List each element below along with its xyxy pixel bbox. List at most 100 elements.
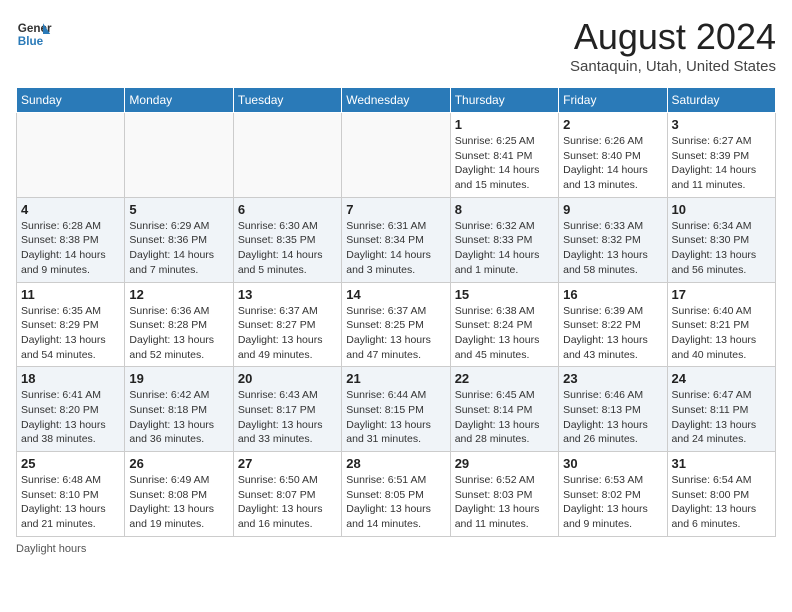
day-number: 19: [129, 371, 228, 386]
day-number: 22: [455, 371, 554, 386]
day-info: Sunrise: 6:52 AM Sunset: 8:03 PM Dayligh…: [455, 473, 554, 532]
day-info: Sunrise: 6:27 AM Sunset: 8:39 PM Dayligh…: [672, 134, 771, 193]
calendar-day-cell: 20Sunrise: 6:43 AM Sunset: 8:17 PM Dayli…: [233, 367, 341, 452]
day-number: 8: [455, 202, 554, 217]
day-number: 16: [563, 287, 662, 302]
calendar-day-cell: 22 Sunrise: 6:45 AM Sunset: 8:14 PM Dayli…: [450, 367, 558, 452]
calendar-week-row: 25Sunrise: 6:48 AM Sunset: 8:10 PM Dayli…: [17, 452, 776, 537]
calendar-day-cell: 19 Sunrise: 6:42 AM Sunset: 8:18 PM Dayli…: [125, 367, 233, 452]
day-info: Sunrise: 6:48 AM Sunset: 8:10 PM Dayligh…: [21, 473, 120, 532]
calendar-day-cell: 24 Sunrise: 6:47 AM Sunset: 8:11 PM Dayli…: [667, 367, 775, 452]
day-number: 31: [672, 456, 771, 471]
title-area: August 2024 Santaquin, Utah, United Stat…: [570, 16, 776, 75]
day-number: 30: [563, 456, 662, 471]
day-info: Sunrise: 6:51 AM Sunset: 8:05 PM Dayligh…: [346, 473, 445, 532]
logo: General Blue: [16, 16, 52, 52]
calendar-week-row: 11 Sunrise: 6:35 AM Sunset: 8:29 PM Dayli…: [17, 282, 776, 367]
calendar-day-header: Friday: [559, 88, 667, 113]
day-info: Sunrise: 6:33 AM Sunset: 8:32 PM Dayligh…: [563, 219, 662, 278]
day-info: Sunrise: 6:45 AM Sunset: 8:14 PM Dayligh…: [455, 388, 554, 447]
calendar-day-cell: 23 Sunrise: 6:46 AM Sunset: 8:13 PM Dayli…: [559, 367, 667, 452]
calendar-day-cell: 28Sunrise: 6:51 AM Sunset: 8:05 PM Dayli…: [342, 452, 450, 537]
calendar-day-cell: 25Sunrise: 6:48 AM Sunset: 8:10 PM Dayli…: [17, 452, 125, 537]
calendar-day-cell: 21Sunrise: 6:44 AM Sunset: 8:15 PM Dayli…: [342, 367, 450, 452]
day-info: Sunrise: 6:26 AM Sunset: 8:40 PM Dayligh…: [563, 134, 662, 193]
day-number: 9: [563, 202, 662, 217]
day-number: 13: [238, 287, 337, 302]
calendar-week-row: 18Sunrise: 6:41 AM Sunset: 8:20 PM Dayli…: [17, 367, 776, 452]
calendar-week-row: 4Sunrise: 6:28 AM Sunset: 8:38 PM Daylig…: [17, 197, 776, 282]
day-number: 4: [21, 202, 120, 217]
day-number: 11: [21, 287, 120, 302]
footer-note: Daylight hours: [16, 543, 776, 555]
calendar-week-row: 1 Sunrise: 6:25 AM Sunset: 8:41 PM Daylig…: [17, 113, 776, 198]
calendar-day-cell: 2 Sunrise: 6:26 AM Sunset: 8:40 PM Daylig…: [559, 113, 667, 198]
day-number: 14: [346, 287, 445, 302]
day-number: 10: [672, 202, 771, 217]
logo-icon: General Blue: [16, 16, 52, 52]
day-number: 5: [129, 202, 228, 217]
calendar-day-cell: 29 Sunrise: 6:52 AM Sunset: 8:03 PM Dayli…: [450, 452, 558, 537]
calendar-day-cell: 26 Sunrise: 6:49 AM Sunset: 8:08 PM Dayli…: [125, 452, 233, 537]
day-number: 20: [238, 371, 337, 386]
calendar-day-cell: 1 Sunrise: 6:25 AM Sunset: 8:41 PM Daylig…: [450, 113, 558, 198]
day-info: Sunrise: 6:42 AM Sunset: 8:18 PM Dayligh…: [129, 388, 228, 447]
location-subtitle: Santaquin, Utah, United States: [570, 58, 776, 75]
day-info: Sunrise: 6:46 AM Sunset: 8:13 PM Dayligh…: [563, 388, 662, 447]
calendar-day-header: Wednesday: [342, 88, 450, 113]
day-info: Sunrise: 6:38 AM Sunset: 8:24 PM Dayligh…: [455, 304, 554, 363]
calendar-day-cell: 30 Sunrise: 6:53 AM Sunset: 8:02 PM Dayli…: [559, 452, 667, 537]
calendar-day-cell: [342, 113, 450, 198]
day-info: Sunrise: 6:53 AM Sunset: 8:02 PM Dayligh…: [563, 473, 662, 532]
day-number: 3: [672, 117, 771, 132]
calendar-day-cell: 4Sunrise: 6:28 AM Sunset: 8:38 PM Daylig…: [17, 197, 125, 282]
page-header: General Blue August 2024 Santaquin, Utah…: [16, 16, 776, 75]
calendar-day-cell: 18Sunrise: 6:41 AM Sunset: 8:20 PM Dayli…: [17, 367, 125, 452]
day-number: 24: [672, 371, 771, 386]
day-info: Sunrise: 6:29 AM Sunset: 8:36 PM Dayligh…: [129, 219, 228, 278]
day-number: 6: [238, 202, 337, 217]
calendar-day-cell: 10 Sunrise: 6:34 AM Sunset: 8:30 PM Dayli…: [667, 197, 775, 282]
calendar-day-cell: 5 Sunrise: 6:29 AM Sunset: 8:36 PM Daylig…: [125, 197, 233, 282]
day-info: Sunrise: 6:50 AM Sunset: 8:07 PM Dayligh…: [238, 473, 337, 532]
calendar-day-header: Tuesday: [233, 88, 341, 113]
day-info: Sunrise: 6:34 AM Sunset: 8:30 PM Dayligh…: [672, 219, 771, 278]
day-number: 27: [238, 456, 337, 471]
day-info: Sunrise: 6:32 AM Sunset: 8:33 PM Dayligh…: [455, 219, 554, 278]
day-info: Sunrise: 6:25 AM Sunset: 8:41 PM Dayligh…: [455, 134, 554, 193]
day-number: 26: [129, 456, 228, 471]
calendar-day-cell: [233, 113, 341, 198]
day-number: 21: [346, 371, 445, 386]
day-number: 1: [455, 117, 554, 132]
day-number: 18: [21, 371, 120, 386]
calendar-day-cell: 7Sunrise: 6:31 AM Sunset: 8:34 PM Daylig…: [342, 197, 450, 282]
calendar-day-cell: 9 Sunrise: 6:33 AM Sunset: 8:32 PM Daylig…: [559, 197, 667, 282]
day-number: 17: [672, 287, 771, 302]
day-number: 12: [129, 287, 228, 302]
calendar-day-cell: 27 Sunrise: 6:50 AM Sunset: 8:07 PM Dayli…: [233, 452, 341, 537]
calendar-day-header: Sunday: [17, 88, 125, 113]
day-info: Sunrise: 6:37 AM Sunset: 8:27 PM Dayligh…: [238, 304, 337, 363]
calendar-day-cell: 16 Sunrise: 6:39 AM Sunset: 8:22 PM Dayli…: [559, 282, 667, 367]
day-info: Sunrise: 6:39 AM Sunset: 8:22 PM Dayligh…: [563, 304, 662, 363]
calendar-day-cell: [125, 113, 233, 198]
day-info: Sunrise: 6:49 AM Sunset: 8:08 PM Dayligh…: [129, 473, 228, 532]
calendar-day-header: Monday: [125, 88, 233, 113]
calendar-day-cell: 6Sunrise: 6:30 AM Sunset: 8:35 PM Daylig…: [233, 197, 341, 282]
calendar-day-cell: 3 Sunrise: 6:27 AM Sunset: 8:39 PM Daylig…: [667, 113, 775, 198]
calendar-day-cell: 11 Sunrise: 6:35 AM Sunset: 8:29 PM Dayli…: [17, 282, 125, 367]
calendar-day-cell: 12 Sunrise: 6:36 AM Sunset: 8:28 PM Dayli…: [125, 282, 233, 367]
calendar-table: SundayMondayTuesdayWednesdayThursdayFrid…: [16, 87, 776, 537]
day-info: Sunrise: 6:35 AM Sunset: 8:29 PM Dayligh…: [21, 304, 120, 363]
calendar-day-cell: 17 Sunrise: 6:40 AM Sunset: 8:21 PM Dayli…: [667, 282, 775, 367]
calendar-day-header: Saturday: [667, 88, 775, 113]
day-info: Sunrise: 6:47 AM Sunset: 8:11 PM Dayligh…: [672, 388, 771, 447]
day-info: Sunrise: 6:37 AM Sunset: 8:25 PM Dayligh…: [346, 304, 445, 363]
day-number: 7: [346, 202, 445, 217]
calendar-day-cell: 14 Sunrise: 6:37 AM Sunset: 8:25 PM Dayli…: [342, 282, 450, 367]
day-info: Sunrise: 6:36 AM Sunset: 8:28 PM Dayligh…: [129, 304, 228, 363]
day-number: 23: [563, 371, 662, 386]
day-number: 29: [455, 456, 554, 471]
day-info: Sunrise: 6:40 AM Sunset: 8:21 PM Dayligh…: [672, 304, 771, 363]
day-number: 2: [563, 117, 662, 132]
